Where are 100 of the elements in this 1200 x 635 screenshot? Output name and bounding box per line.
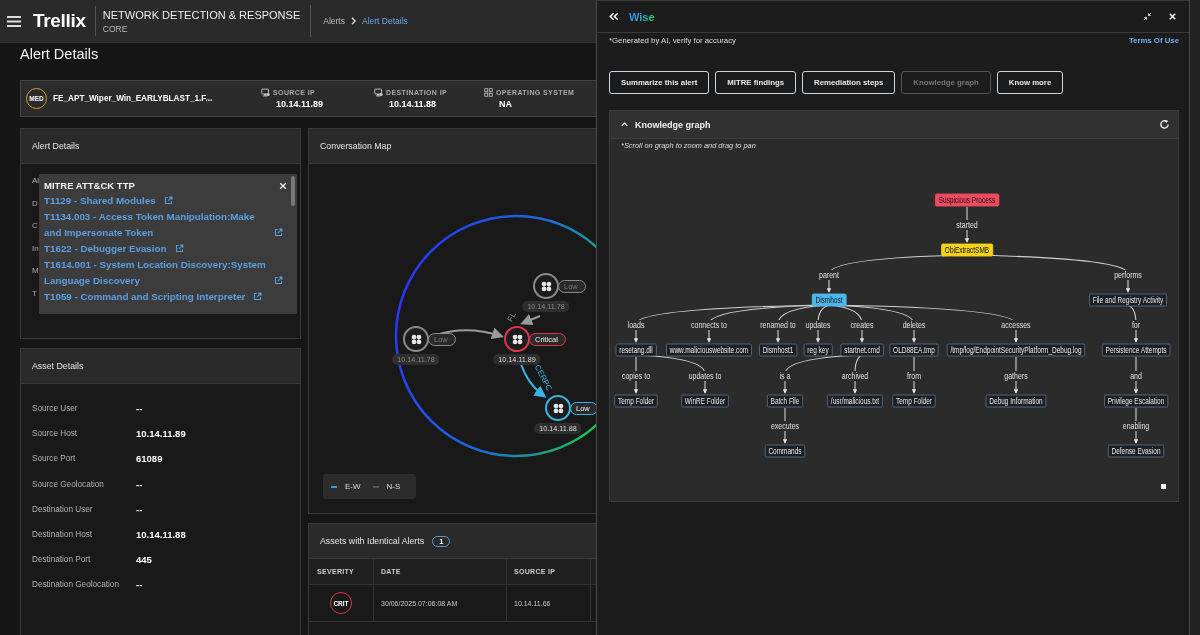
edge-label: updates xyxy=(804,320,832,330)
edge-label: creates xyxy=(849,320,875,330)
brand-logo: Trellix xyxy=(33,10,86,32)
graph-node[interactable]: Commands xyxy=(764,444,806,458)
menu-icon[interactable] xyxy=(7,15,21,27)
card-title: Assets with Identical Alerts xyxy=(320,536,425,546)
section-title: Knowledge graph xyxy=(635,119,711,130)
graph-node[interactable]: WinRE Folder xyxy=(681,394,729,408)
monitor-icon xyxy=(374,88,383,97)
card-title: Asset Details xyxy=(32,361,84,371)
host-node[interactable] xyxy=(403,326,429,352)
host-node[interactable] xyxy=(533,273,559,299)
field-label: Destination Geolocation xyxy=(32,580,120,590)
external-link-icon[interactable] xyxy=(253,292,263,301)
graph-node[interactable]: Batch File xyxy=(767,394,803,408)
field-value: NA xyxy=(498,99,513,109)
scrollbar-thumb[interactable] xyxy=(291,176,295,206)
technique-link[interactable]: T1134.003 - Access Token Manipulation:Make and Impersonate Token xyxy=(44,209,266,241)
graph-node[interactable]: reg key xyxy=(803,343,833,357)
edge-label: updates to xyxy=(687,370,723,381)
product-name: NETWORK DETECTION & RESPONSE xyxy=(102,8,301,21)
graph-node[interactable]: resetang.dll xyxy=(615,343,657,357)
field-label: T xyxy=(32,288,37,299)
edge-label: copies to xyxy=(621,370,651,381)
edge-label: is a xyxy=(778,370,792,381)
product-edition: CORE xyxy=(102,23,129,34)
graph-node[interactable]: /tmp/log/EndpointSecurityPlatform_Debug.log xyxy=(946,343,1086,357)
popup-title: MITRE ATT&CK TTP xyxy=(44,180,135,191)
graph-node[interactable]: www.maliciouswebsite.com xyxy=(666,343,752,357)
field-label: C xyxy=(32,221,38,231)
monitor-icon xyxy=(261,88,270,97)
graph-node[interactable]: Privilege Escalation xyxy=(1104,394,1168,408)
alert-name: FE_APT_Wiper_Win_EARLYBLAST_1.F... xyxy=(53,94,214,103)
technique-link[interactable]: T1622 - Debugger Evasion xyxy=(44,241,167,257)
card-title: Conversation Map xyxy=(320,141,392,151)
double-chevron-left-icon[interactable] xyxy=(609,12,619,21)
technique-link[interactable]: T1059 - Command and Scripting Interpreter xyxy=(44,289,246,305)
field-value: 10.14.11.88 xyxy=(388,99,438,109)
card-title: Alert Details xyxy=(32,141,80,151)
graph-node[interactable]: Dismhost xyxy=(811,293,847,307)
graph-node[interactable]: startnet.cmd xyxy=(840,343,884,357)
field-label: Al xyxy=(32,176,40,186)
field-value: 10.14.11.89 xyxy=(275,99,325,109)
graph-node[interactable]: Dismhost1 xyxy=(759,343,797,357)
field-value: -- xyxy=(136,403,143,415)
page-title: Alert Details xyxy=(19,45,100,64)
field-label: Source Host xyxy=(32,429,79,439)
edge-label: parent xyxy=(818,270,840,280)
technique-link[interactable]: T1129 - Shared Modules xyxy=(44,193,156,209)
edge-label: deletes xyxy=(901,320,927,330)
panel-title: Wise xyxy=(629,10,655,23)
graph-node[interactable]: File and Registry Activity xyxy=(1089,293,1167,307)
field-label: Source Port xyxy=(32,454,77,464)
host-node[interactable] xyxy=(545,395,571,421)
edge-label: gathers xyxy=(1003,370,1029,381)
host-icon xyxy=(410,333,422,345)
edge-label: archived xyxy=(840,370,870,381)
graph-node[interactable]: /usr/malicious.txt xyxy=(827,394,883,408)
breadcrumb-link[interactable]: Alert Details xyxy=(362,16,408,26)
close-icon[interactable] xyxy=(279,181,287,190)
technique-link[interactable]: T1614.001 - System Location Discovery:System Language Discovery xyxy=(44,257,266,289)
graph-node[interactable]: Temp Folder xyxy=(614,394,658,408)
host-icon xyxy=(552,402,564,414)
edge-label: for xyxy=(1131,320,1141,330)
field-label: Source User xyxy=(32,404,79,414)
external-link-icon[interactable] xyxy=(274,228,283,237)
graph-node[interactable]: OLD88EA.tmp xyxy=(889,343,939,357)
graph-node[interactable]: Temp Folder xyxy=(892,394,936,408)
field-label: M xyxy=(32,266,39,276)
field-value: 445 xyxy=(136,554,152,566)
graph-node[interactable]: Defense Evasion xyxy=(1107,444,1165,458)
edge-label: and xyxy=(1129,370,1143,381)
edge-label: accesses xyxy=(1000,320,1032,330)
external-link-icon[interactable] xyxy=(163,196,173,205)
edge-label: enabling xyxy=(1121,421,1151,431)
graph-node[interactable]: Debug Information xyxy=(985,394,1047,408)
field-label: Destination User xyxy=(32,504,94,514)
chevron-right-icon xyxy=(351,17,356,25)
external-link-icon[interactable] xyxy=(174,244,184,253)
protocol-label: FL xyxy=(505,310,518,324)
refresh-icon[interactable] xyxy=(1159,119,1170,130)
field-label: D xyxy=(32,198,38,209)
minimap-toggle[interactable] xyxy=(1161,484,1166,489)
field-label: In xyxy=(32,243,39,254)
caret-icon[interactable] xyxy=(621,122,628,127)
breadcrumb-link[interactable]: Alerts xyxy=(323,16,345,26)
graph-node[interactable]: Persistence Attempts xyxy=(1101,343,1171,357)
host-icon xyxy=(511,333,523,345)
field-value: 10.14.11.89 xyxy=(136,428,186,440)
field-label: Destination Host xyxy=(32,530,94,540)
host-node[interactable] xyxy=(504,326,530,352)
graph-node[interactable]: ObiExtractSMB xyxy=(941,243,993,257)
field-value: 10.14.11.88 xyxy=(136,529,186,541)
field-value: -- xyxy=(136,579,143,591)
field-value: -- xyxy=(136,478,143,490)
external-link-icon[interactable] xyxy=(274,276,283,285)
graph-node[interactable]: Suspicious Process xyxy=(935,193,999,207)
collapse-icon[interactable] xyxy=(1143,12,1152,21)
edge-label: started xyxy=(955,220,979,230)
edge-label: connects to xyxy=(690,320,728,330)
